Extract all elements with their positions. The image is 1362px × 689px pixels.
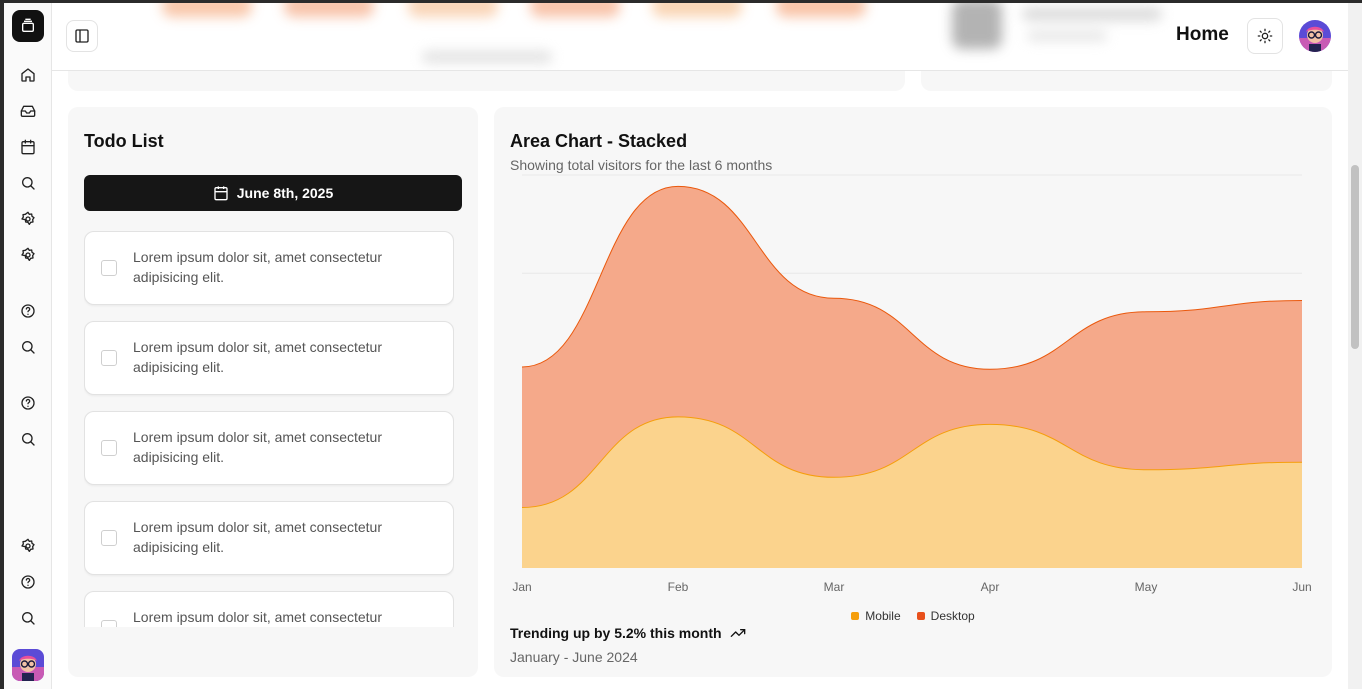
todo-title: Todo List — [84, 131, 164, 151]
x-tick-label: Apr — [981, 580, 1000, 594]
x-tick-label: Jan — [512, 580, 531, 594]
todo-text: Lorem ipsum dolor sit, amet consectetur … — [133, 609, 382, 625]
top-bar: Home — [52, 3, 1348, 71]
area-chart: Jan Feb Mar Apr May Jun — [512, 174, 1312, 594]
todo-checkbox[interactable] — [101, 530, 117, 546]
chart-card: Area Chart - Stacked Showing total visit… — [494, 107, 1332, 677]
settings-icon[interactable] — [18, 209, 38, 229]
todo-item[interactable]: Lorem ipsum dolor sit, amet consectetur … — [84, 411, 454, 485]
todo-checkbox[interactable] — [101, 440, 117, 456]
todo-checkbox[interactable] — [101, 620, 117, 627]
main-content: Home Todo List June 8th, 2025 Lorem ipsu… — [52, 3, 1348, 689]
scrolled-content-behind-header — [52, 3, 1348, 70]
previous-card-bottom — [68, 71, 905, 91]
legend-item-mobile: Mobile — [851, 609, 901, 623]
search-icon[interactable] — [18, 337, 38, 357]
todo-list: Lorem ipsum dolor sit, amet consectetur … — [84, 231, 454, 627]
todo-text: Lorem ipsum dolor sit, amet consectetur … — [133, 339, 382, 375]
date-picker-button[interactable]: June 8th, 2025 — [84, 175, 462, 211]
todo-card: Todo List June 8th, 2025 Lorem ipsum dol… — [68, 107, 478, 677]
date-range: January - June 2024 — [510, 649, 638, 665]
todo-text: Lorem ipsum dolor sit, amet consectetur … — [133, 519, 382, 555]
profile-avatar[interactable] — [1299, 20, 1331, 52]
todo-checkbox[interactable] — [101, 260, 117, 276]
todo-checkbox[interactable] — [101, 350, 117, 366]
todo-item[interactable]: Lorem ipsum dolor sit, amet consectetur … — [84, 501, 454, 575]
panel-left-icon — [75, 29, 89, 43]
inbox-icon[interactable] — [18, 101, 38, 121]
app-logo[interactable] — [12, 10, 44, 42]
x-tick-label: May — [1135, 580, 1158, 594]
help-icon[interactable] — [18, 572, 38, 592]
legend-swatch — [851, 612, 860, 620]
app-window: Home Todo List June 8th, 2025 Lorem ipsu… — [4, 3, 1348, 689]
calendar-icon — [214, 186, 228, 201]
todo-item[interactable]: Lorem ipsum dolor sit, amet consectetur … — [84, 231, 454, 305]
x-tick-label: Jun — [1292, 580, 1311, 594]
legend-label: Desktop — [930, 609, 975, 623]
help-icon[interactable] — [18, 301, 38, 321]
trend-line: Trending up by 5.2% this month — [510, 625, 746, 641]
sidebar-toggle-button[interactable] — [66, 20, 98, 52]
scrollbar-thumb[interactable] — [1351, 165, 1359, 349]
page-title: Home — [1176, 24, 1229, 45]
search-icon[interactable] — [18, 173, 38, 193]
date-label: June 8th, 2025 — [236, 185, 334, 201]
home-icon[interactable] — [18, 65, 38, 85]
user-avatar[interactable] — [12, 649, 44, 681]
search-icon[interactable] — [18, 608, 38, 628]
todo-text: Lorem ipsum dolor sit, amet consectetur … — [133, 429, 382, 465]
todo-text: Lorem ipsum dolor sit, amet consectetur … — [133, 249, 382, 285]
help-icon[interactable] — [18, 393, 38, 413]
page-scrollbar[interactable] — [1348, 3, 1362, 689]
x-tick-label: Mar — [824, 580, 845, 594]
x-tick-label: Feb — [668, 580, 689, 594]
theme-toggle-button[interactable] — [1247, 18, 1283, 54]
trend-text: Trending up by 5.2% this month — [510, 625, 722, 641]
sun-icon — [1257, 28, 1273, 44]
search-icon[interactable] — [18, 429, 38, 449]
legend-item-desktop: Desktop — [916, 609, 975, 623]
chart-legend: Mobile Desktop — [494, 609, 1332, 623]
sidebar — [4, 3, 52, 689]
settings-icon[interactable] — [18, 536, 38, 556]
layers-icon — [22, 18, 34, 32]
legend-swatch — [916, 612, 925, 620]
trending-up-icon — [730, 629, 745, 637]
settings-icon[interactable] — [18, 245, 38, 265]
calendar-icon[interactable] — [18, 137, 38, 157]
todo-item[interactable]: Lorem ipsum dolor sit, amet consectetur … — [84, 591, 454, 627]
previous-card-bottom — [921, 71, 1332, 91]
legend-label: Mobile — [865, 609, 901, 623]
todo-item[interactable]: Lorem ipsum dolor sit, amet consectetur … — [84, 321, 454, 395]
